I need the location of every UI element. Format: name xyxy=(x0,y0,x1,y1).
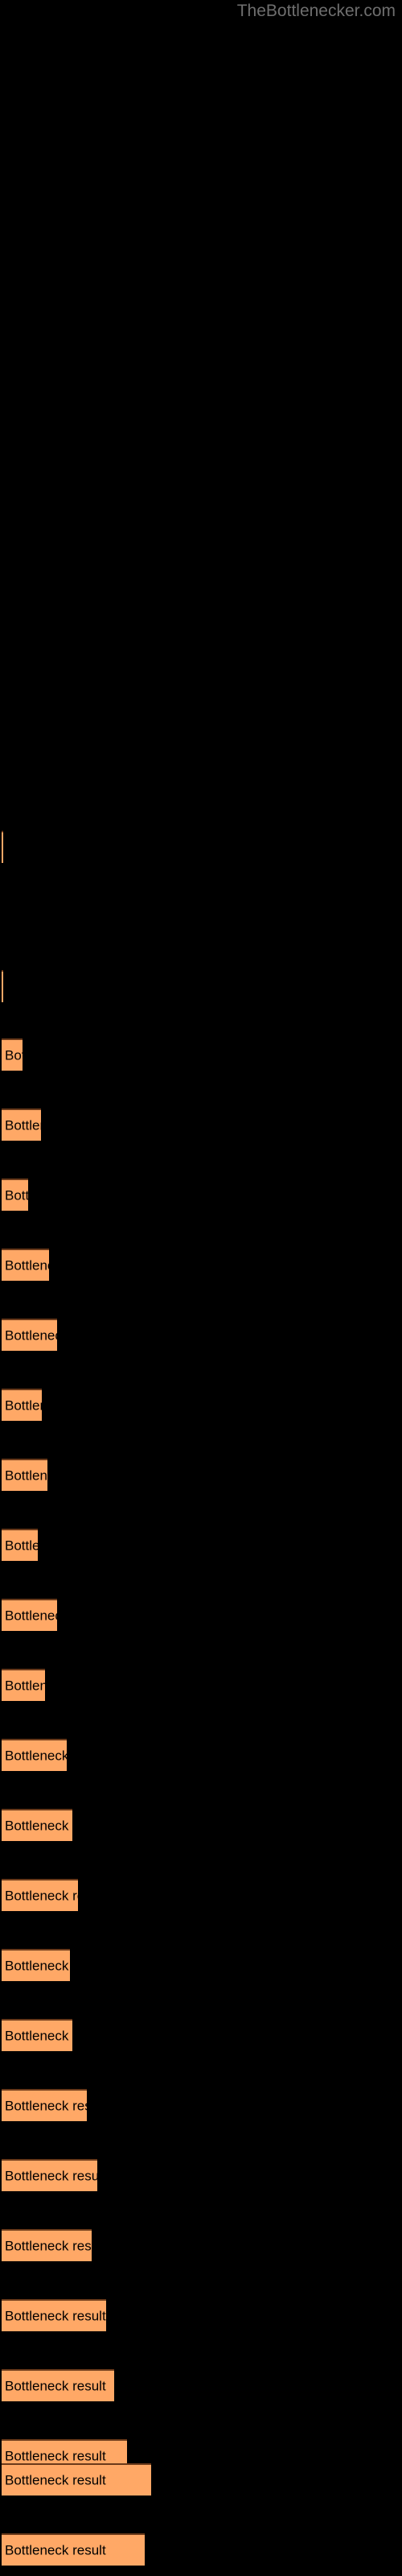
bar-8[interactable]: Bottleneck result xyxy=(2,1389,42,1421)
bar-label: Bottleneck result xyxy=(5,1257,49,1274)
bar-16[interactable]: Bottleneck result xyxy=(2,1949,70,1981)
bar-label: Bottleneck result xyxy=(5,1748,67,1764)
bar-7[interactable]: Bottleneck result xyxy=(2,1319,57,1351)
bar-label: Bottleneck result xyxy=(5,2098,87,2114)
bar-19[interactable]: Bottleneck result xyxy=(2,2159,97,2191)
bar-label: Bottleneck result xyxy=(5,1608,57,1624)
bar-6[interactable]: Bottleneck result xyxy=(2,1249,49,1281)
bar-20[interactable]: Bottleneck result xyxy=(2,2229,92,2261)
bar-label: Bottleneck result xyxy=(5,1888,78,1904)
bar-11[interactable]: Bottleneck result xyxy=(2,1599,57,1631)
bar-label: Bottleneck result xyxy=(5,1818,72,1834)
bar-label: Bottleneck result xyxy=(5,1047,23,1063)
bar-3[interactable]: Bottleneck result xyxy=(2,1038,23,1071)
bar-label: Bottleneck result xyxy=(5,2448,106,2464)
bar-14[interactable]: Bottleneck result xyxy=(2,1809,72,1841)
bar-22[interactable]: Bottleneck result xyxy=(2,2369,114,2401)
bar-label: Bottleneck result xyxy=(5,1468,47,1484)
bar-chart-plot-area: Bottleneck result Bottleneck result Bottle… xyxy=(0,0,402,2576)
bar-label: Bottleneck result xyxy=(5,2472,106,2488)
bar-label: Bottleneck result xyxy=(5,2378,106,2394)
bar-label: Bottleneck result xyxy=(5,1117,41,1133)
bar-label: Bottleneck result xyxy=(5,1538,38,1554)
bar-15[interactable]: Bottleneck result xyxy=(2,1879,78,1911)
bar-2[interactable]: Bottleneck result xyxy=(2,970,3,1002)
bar-25[interactable]: Bottleneck result xyxy=(2,2533,145,2566)
bar-label: Bottleneck result xyxy=(5,1958,70,1974)
bar-17[interactable]: Bottleneck result xyxy=(2,2019,72,2051)
bar-label: Bottleneck result xyxy=(5,1678,45,1694)
bar-12[interactable]: Bottleneck result xyxy=(2,1669,45,1701)
bar-label: Bottleneck result xyxy=(5,2308,106,2324)
bar-label: Bottleneck result xyxy=(5,1327,57,1344)
bar-label: Bottleneck result xyxy=(5,2028,72,2044)
bar-label: Bottleneck result xyxy=(5,2238,92,2254)
bar-24[interactable]: Bottleneck result xyxy=(2,2463,151,2496)
bar-label: Bottleneck result xyxy=(5,2168,97,2184)
bar-4[interactable]: Bottleneck result xyxy=(2,1108,41,1141)
bar-1[interactable]: Bottleneck result xyxy=(2,831,3,863)
bar-10[interactable]: Bottleneck result xyxy=(2,1529,38,1561)
bar-label: Bottleneck result xyxy=(5,1187,28,1203)
bottleneck-chart-page: TheBottlenecker.com Bottleneck resultBot… xyxy=(0,0,402,2576)
bar-label: Bottleneck result xyxy=(5,1397,42,1414)
bar-label: Bottleneck result xyxy=(5,2542,106,2558)
bar-13[interactable]: Bottleneck result xyxy=(2,1739,67,1771)
bar-5[interactable]: Bottleneck result xyxy=(2,1179,28,1211)
bar-9[interactable]: Bottleneck result xyxy=(2,1459,47,1491)
bar-21[interactable]: Bottleneck result xyxy=(2,2299,106,2331)
bar-18[interactable]: Bottleneck result xyxy=(2,2089,87,2121)
